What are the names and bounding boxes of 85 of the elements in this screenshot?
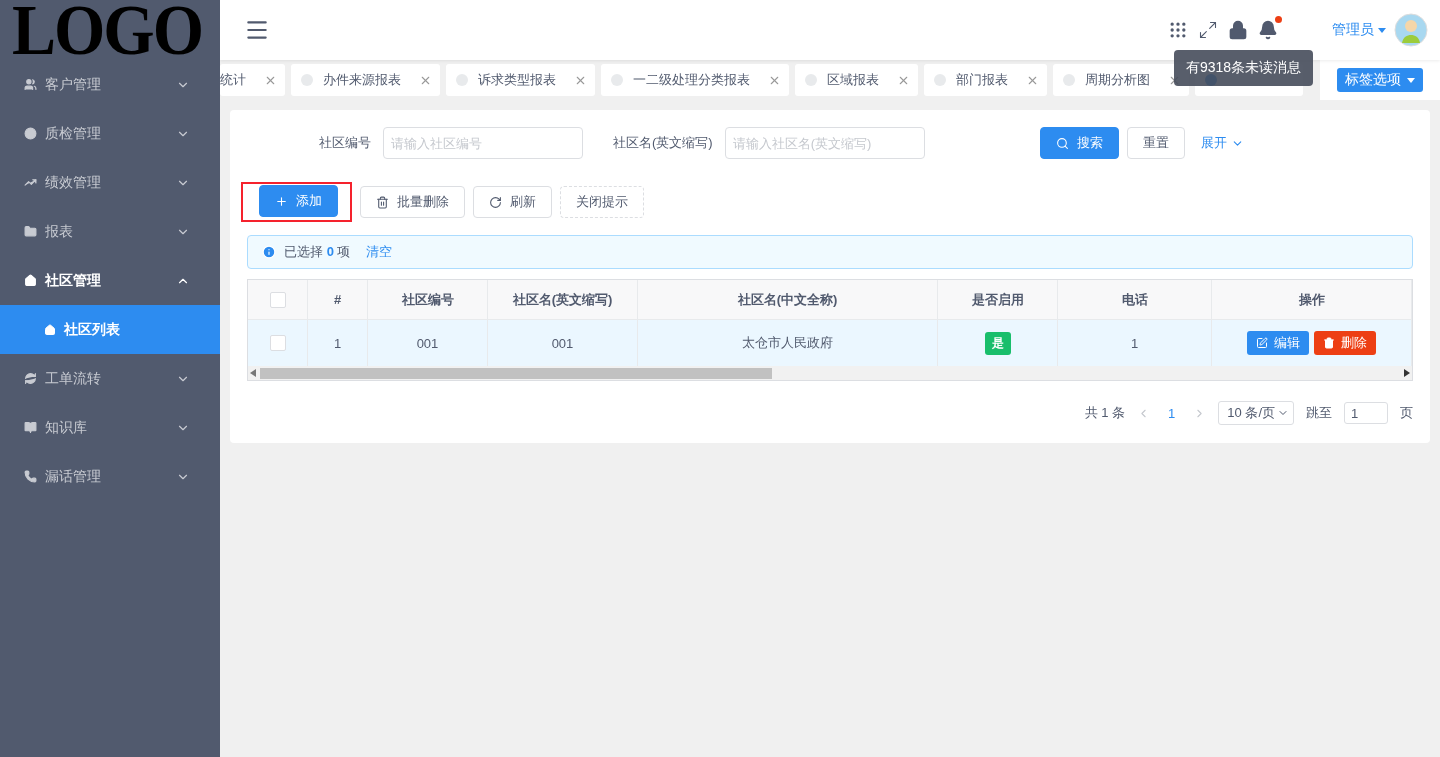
tab[interactable]: 统计 [220,64,285,96]
caret-icon [1407,77,1415,83]
tab[interactable]: 办件来源报表 [291,64,440,96]
avatar[interactable] [1394,13,1428,47]
tab[interactable]: 部门报表 [924,64,1047,96]
tab-label: 周期分析图 [1085,71,1150,89]
page-suffix: 页 [1400,404,1413,422]
sidebar-item[interactable]: 客户管理 [0,60,220,109]
column-header: 操作 [1212,280,1412,320]
clear-link[interactable]: 清空 [366,243,393,261]
plus-icon [275,194,288,208]
scrollbar[interactable] [248,366,1412,380]
tab-options-button[interactable]: 标签选项 [1337,68,1423,92]
close-hint-button[interactable]: 关闭提示 [560,186,644,218]
status-tag: 是 [984,331,1011,355]
tooltip: 有9318条未读消息 [1174,50,1314,86]
fullscreen-icon[interactable] [1198,20,1218,40]
scroll-left-icon[interactable] [250,369,256,377]
reset-button[interactable]: 重置 [1126,127,1185,159]
tab-label: 统计 [220,71,246,89]
grid-icon[interactable] [1168,20,1188,40]
sidebar-item[interactable]: 报表 [0,207,220,256]
trash-icon [376,195,389,209]
column-header: 社区编号 [368,280,488,320]
table-cell: 1 [1058,320,1212,366]
expand-link[interactable]: 展开 [1200,134,1244,152]
table-cell: 001 [488,320,638,366]
page-size-select[interactable]: 10 条/页 [1218,401,1294,425]
logo: LOGO [11,0,204,63]
chart-icon [24,176,37,189]
tab-label: 部门报表 [956,71,1008,89]
delete-button[interactable]: 删除 [1314,331,1376,355]
caret-icon [1378,27,1386,33]
book-icon [24,421,37,434]
folder-icon [24,225,37,238]
lock-icon[interactable] [1228,20,1248,40]
tab-label: 诉求类型报表 [478,71,556,89]
table-cell: 001 [368,320,488,366]
home-icon [44,323,56,336]
edit-button[interactable]: 编辑 [1247,331,1309,355]
field-label: 社区编号 [319,134,371,152]
sidebar-subitem[interactable]: 社区列表 [0,305,220,354]
field-label: 社区名(英文缩写) [613,134,713,152]
refresh-icon [489,195,502,209]
sidebar-item[interactable]: 知识库 [0,403,220,452]
column-header: 是否启用 [938,280,1058,320]
delete-button[interactable]: 批量删除 [360,186,465,218]
jump-field[interactable]: 1 [1344,402,1388,424]
jump-label: 跳至 [1306,404,1332,422]
sidebar-item[interactable]: 绩效管理 [0,158,220,207]
tab[interactable]: 区域报表 [795,64,918,96]
refresh-button[interactable]: 刷新 [473,186,552,218]
tab[interactable]: 诉求类型报表 [446,64,595,96]
add-button[interactable]: 添加 [259,185,338,217]
edit-icon [1256,337,1268,349]
sidebar-item[interactable]: 工单流转 [0,354,220,403]
alert-icon [24,127,37,140]
tab-label: 办件来源报表 [323,71,401,89]
sidebar-item[interactable]: 社区管理 [0,256,220,305]
column-header: 电话 [1058,280,1212,320]
search-button[interactable]: 搜索 [1039,127,1119,159]
trash-icon [1323,337,1335,349]
user-menu[interactable]: 管理员 [1332,21,1386,39]
tab-label: 一二级处理分类报表 [633,71,750,89]
table-cell: 1 [308,320,368,366]
selection-text: 已选择 0 项 [284,243,351,261]
users-icon [24,78,37,91]
refresh-icon [24,372,37,385]
column-header: 社区名(中文全称) [638,280,938,320]
column-header: 社区名(英文缩写) [488,280,638,320]
checkbox[interactable] [269,291,286,308]
column-header: # [308,280,368,320]
checkbox[interactable] [269,335,286,351]
table-cell: 太仓市人民政府 [638,320,938,366]
info-icon [262,245,276,259]
page-number[interactable]: 1 [1162,405,1182,421]
search-icon [1055,136,1069,150]
home-icon [24,274,37,287]
sidebar-item[interactable]: 漏话管理 [0,452,220,501]
sidebar-item[interactable]: 质检管理 [0,109,220,158]
total-count: 共 1 条 [1084,404,1126,422]
phone-icon [24,470,37,483]
tab[interactable]: 一二级处理分类报表 [601,64,789,96]
tab-label: 区域报表 [827,71,879,89]
scroll-right-icon[interactable] [1404,369,1410,377]
